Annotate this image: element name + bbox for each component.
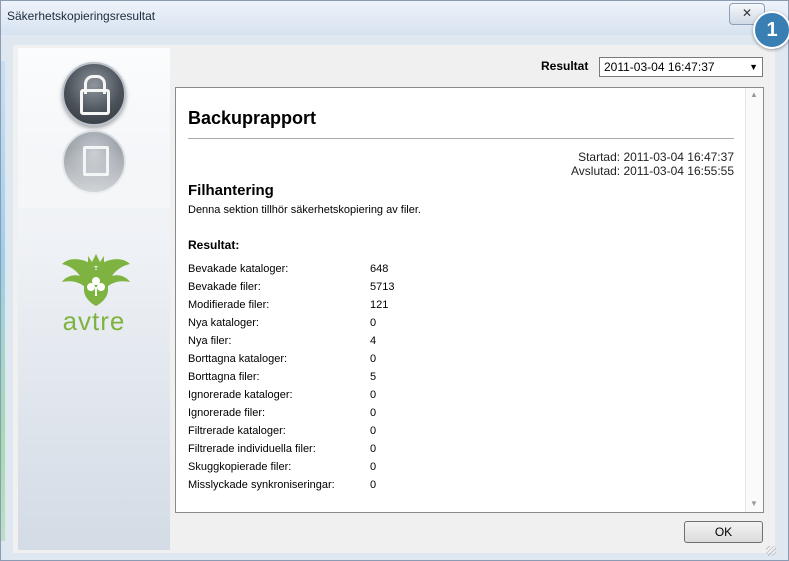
finished-time: Avslutad: 2011-03-04 16:55:55 bbox=[570, 164, 734, 178]
stat-value: 4 bbox=[370, 335, 377, 347]
stat-row: Borttagna filer: 5 bbox=[188, 368, 488, 386]
backup-results-window: Säkerhetskopieringsresultat ✕ 1 avtre Re… bbox=[0, 0, 789, 561]
stat-value: 5 bbox=[370, 371, 377, 383]
stat-value: 0 bbox=[370, 479, 377, 491]
results-heading: Resultat: bbox=[188, 238, 240, 252]
report-panel[interactable]: Backuprapport Startad: 2011-03-04 16:47:… bbox=[175, 87, 764, 513]
stat-value: 0 bbox=[370, 443, 377, 455]
ok-button[interactable]: OK bbox=[684, 521, 763, 543]
stat-row: Borttagna kataloger: 0 bbox=[188, 350, 488, 368]
title-divider bbox=[188, 138, 734, 139]
stat-label: Filtrerade kataloger: bbox=[188, 425, 286, 437]
stat-row: Filtrerade kataloger: 0 bbox=[188, 422, 488, 440]
stat-label: Borttagna filer: bbox=[188, 371, 260, 383]
stat-label: Skuggkopierade filer: bbox=[188, 461, 292, 473]
stat-row: Filtrerade individuella filer: 0 bbox=[188, 440, 488, 458]
stat-label: Nya kataloger: bbox=[188, 317, 259, 329]
lock-icon[interactable] bbox=[62, 62, 126, 126]
stat-label: Misslyckade synkroniseringar: bbox=[188, 479, 335, 491]
stat-label: Bevakade kataloger: bbox=[188, 263, 289, 275]
stat-row: Ignorerade kataloger: 0 bbox=[188, 386, 488, 404]
avtre-logo-icon bbox=[62, 254, 130, 306]
stat-row: Misslyckade synkroniseringar: 0 bbox=[188, 476, 488, 494]
section-title: Filhantering bbox=[188, 182, 274, 199]
scroll-down-icon[interactable]: ▼ bbox=[750, 499, 758, 508]
lock-body bbox=[80, 89, 110, 115]
stat-row: Ignorerade filer: 0 bbox=[188, 404, 488, 422]
report-title: Backuprapport bbox=[188, 108, 317, 128]
stat-label: Filtrerade individuella filer: bbox=[188, 443, 316, 455]
stat-value: 0 bbox=[370, 425, 377, 437]
stat-label: Bevakade filer: bbox=[188, 281, 261, 293]
scroll-up-icon[interactable]: ▲ bbox=[750, 90, 758, 99]
chevron-down-icon: ▼ bbox=[749, 62, 758, 72]
report-times: Startad: 2011-03-04 16:47:37 Avslutad: 2… bbox=[571, 150, 734, 178]
stats-list: Bevakade kataloger: 648 Bevakade filer: 571… bbox=[188, 260, 488, 494]
stat-row: Bevakade filer: 5713 bbox=[188, 278, 488, 296]
stat-row: Nya kataloger: 0 bbox=[188, 314, 488, 332]
stat-value: 0 bbox=[370, 317, 377, 329]
stat-label: Ignorerade kataloger: bbox=[188, 389, 293, 401]
stat-value: 0 bbox=[370, 407, 377, 419]
title-bar: Säkerhetskopieringsresultat bbox=[1, 1, 788, 35]
stat-value: 0 bbox=[370, 461, 377, 473]
step-badge: 1 bbox=[753, 11, 789, 49]
stat-row: Nya filer: 4 bbox=[188, 332, 488, 350]
result-select[interactable]: 2011-03-04 16:47:37 ▼ bbox=[599, 57, 763, 77]
stat-label: Borttagna kataloger: bbox=[188, 353, 288, 365]
result-select-value: 2011-03-04 16:47:37 bbox=[604, 60, 715, 74]
brand-name: avtre bbox=[62, 306, 126, 336]
stat-row: Modifierade filer: 121 bbox=[188, 296, 488, 314]
sidebar: avtre bbox=[18, 48, 170, 550]
stat-value: 0 bbox=[370, 353, 377, 365]
stat-value: 5713 bbox=[370, 281, 395, 293]
stat-value: 121 bbox=[370, 299, 389, 311]
stat-label: Nya filer: bbox=[188, 335, 232, 347]
stat-row: Skuggkopierade filer: 0 bbox=[188, 458, 488, 476]
section-description: Denna sektion tillhör säkerhetskopiering… bbox=[188, 204, 421, 216]
stat-value: 648 bbox=[370, 263, 389, 275]
stat-value: 0 bbox=[370, 389, 377, 401]
window-edge-accent bbox=[1, 61, 5, 541]
stat-label: Ignorerade filer: bbox=[188, 407, 266, 419]
resize-grip[interactable] bbox=[766, 546, 776, 556]
started-time: Startad: 2011-03-04 16:47:37 bbox=[578, 150, 734, 164]
stat-label: Modifierade filer: bbox=[188, 299, 270, 311]
sidebar-fade bbox=[18, 148, 170, 208]
window-title: Säkerhetskopieringsresultat bbox=[7, 9, 156, 23]
stat-row: Bevakade kataloger: 648 bbox=[188, 260, 488, 278]
vertical-scrollbar[interactable]: ▲ ▼ bbox=[745, 88, 763, 512]
result-label: Resultat bbox=[541, 59, 589, 73]
